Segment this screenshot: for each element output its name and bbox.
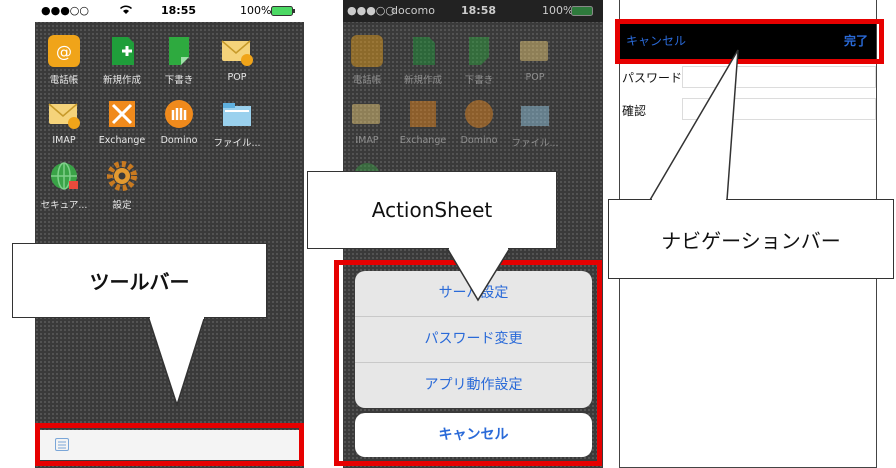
callout-seam xyxy=(652,198,726,202)
navbar-callout: ナビゲーションバー xyxy=(608,199,894,279)
callout-text: ナビゲーションバー xyxy=(661,228,841,253)
